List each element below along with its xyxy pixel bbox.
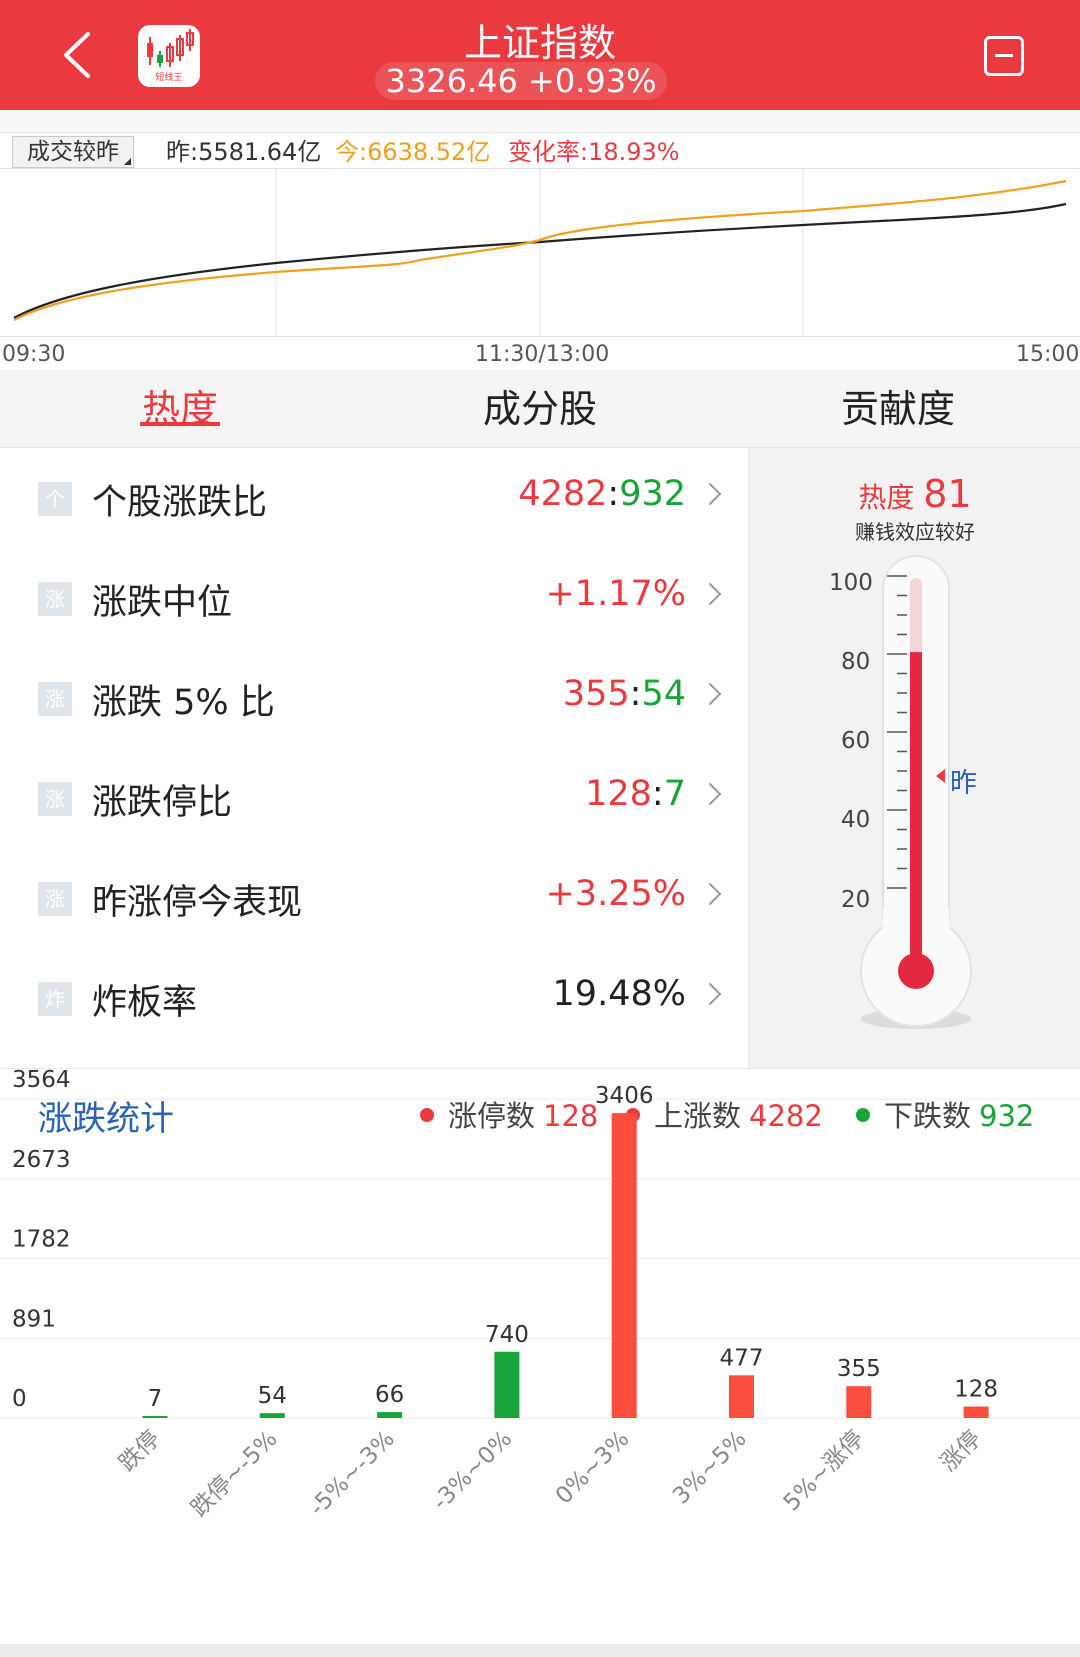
stat-separator: : — [651, 774, 664, 814]
bar-value-label: 54 — [258, 1383, 287, 1409]
header-bar: 短线王 上证指数 3326.46 +0.93% — [0, 0, 1080, 110]
time-label-end: 15:00 — [1016, 342, 1080, 367]
volume-line-chart — [0, 168, 1080, 337]
x-tick-label: -3%~0% — [428, 1426, 517, 1515]
stat-badge: 炸 — [38, 982, 72, 1016]
volume-compare-row: 成交较昨 昨:5581.64亿 今:6638.52亿 变化率:18.93% — [0, 132, 1080, 170]
stat-down-count: 7 — [663, 774, 686, 814]
stat-label: 涨跌 5% 比 — [92, 683, 275, 723]
bar — [963, 1406, 989, 1418]
stat-value: +3.25% — [545, 874, 686, 914]
bar-value-label: 7 — [148, 1386, 163, 1412]
x-tick-label: 3%~5% — [668, 1426, 752, 1510]
stat-value: 4282:932 — [518, 474, 686, 514]
stat-row-up-down-ratio[interactable]: 个 个股涨跌比 4282:932 — [0, 448, 748, 548]
x-tick-label: 跌停 — [114, 1426, 165, 1477]
y-tick-label: 3564 — [12, 1069, 71, 1093]
stat-row-5pct-ratio[interactable]: 涨 涨跌 5% 比 355:54 — [0, 648, 748, 748]
yesterday-marker: 昨 — [936, 761, 977, 800]
bar-value-label: 740 — [485, 1322, 529, 1348]
stat-row-prev-limit-up[interactable]: 涨 昨涨停今表现 +3.25% — [0, 848, 748, 948]
y-tick-label: 1782 — [12, 1227, 71, 1253]
x-tick-label: 跌停~-5% — [186, 1426, 282, 1522]
bar — [611, 1113, 637, 1418]
stat-label: 昨涨停今表现 — [92, 883, 303, 923]
stat-up-count: 355 — [562, 674, 630, 714]
chevron-right-icon — [698, 682, 722, 706]
stat-badge: 涨 — [38, 682, 72, 716]
x-tick-label: 0%~3% — [551, 1426, 635, 1510]
stat-label: 个股涨跌比 — [92, 483, 268, 523]
bar — [494, 1351, 520, 1418]
stat-badge: 涨 — [38, 582, 72, 616]
thermometer-fill — [910, 652, 922, 968]
volume-change-rate: 变化率:18.93% — [508, 138, 680, 166]
bar-value-label: 355 — [837, 1356, 881, 1382]
stat-row-break-rate[interactable]: 炸 炸板率 19.48% — [0, 948, 748, 1048]
tab-heat[interactable]: 热度 — [120, 370, 240, 448]
tab-contribution[interactable]: 贡献度 — [818, 370, 978, 448]
logo-text: 短线王 — [155, 73, 183, 83]
stat-up-count: 128 — [585, 774, 652, 814]
y-tick-label: 0 — [12, 1386, 27, 1412]
stat-badge: 个 — [38, 482, 72, 516]
bar — [259, 1413, 285, 1418]
chevron-right-icon — [698, 582, 722, 606]
page-title: 上证指数 — [463, 21, 616, 65]
y-tick-label: 2673 — [12, 1147, 71, 1173]
stat-badge: 涨 — [38, 782, 72, 816]
thermometer-icon — [860, 555, 972, 1029]
bar — [142, 1416, 168, 1418]
tab-constituents[interactable]: 成分股 — [460, 370, 620, 448]
stat-row-limit-ratio[interactable]: 涨 涨跌停比 128:7 — [0, 748, 748, 848]
volume-compare-dropdown[interactable]: 成交较昨 — [12, 136, 134, 168]
stat-value: 128:7 — [585, 774, 686, 814]
volume-strip — [0, 110, 1080, 132]
stat-row-median-change[interactable]: 涨 涨跌中位 +1.17% — [0, 548, 748, 648]
stat-value: 19.48% — [552, 974, 686, 1014]
index-quote: 3326.46 +0.93% — [375, 62, 667, 100]
stat-down-count: 932 — [619, 474, 686, 514]
volume-yesterday: 昨:5581.64亿 — [166, 138, 322, 166]
bar — [729, 1375, 754, 1418]
stat-separator: : — [607, 474, 620, 514]
bar-value-label: 477 — [720, 1345, 764, 1371]
stats-list: 个 个股涨跌比 4282:932 涨 涨跌中位 +1.17% 涨 涨跌 5% 比… — [0, 448, 748, 1068]
time-label-mid: 11:30/13:00 — [475, 342, 610, 367]
distribution-bar-chart: 0 891 1782 2673 3564 7 跌停 54 跌停~-5% 66 -5%~-3% 740 -… — [0, 1069, 1080, 1522]
stat-label: 炸板率 — [92, 983, 198, 1023]
stat-label: 涨跌中位 — [92, 583, 233, 623]
time-label-start: 09:30 — [2, 342, 66, 367]
volume-today: 今:6638.52亿 — [335, 138, 491, 166]
bar-value-label: 128 — [954, 1377, 998, 1403]
minimize-icon[interactable] — [984, 36, 1024, 76]
chevron-right-icon — [698, 482, 722, 506]
stat-separator: : — [629, 674, 642, 714]
bar — [846, 1386, 872, 1418]
bar-value-label: 3406 — [595, 1083, 654, 1109]
chevron-right-icon — [698, 982, 722, 1006]
stat-badge: 涨 — [38, 882, 72, 916]
stat-down-count: 54 — [641, 674, 686, 714]
y-tick-label: 891 — [12, 1306, 56, 1332]
x-tick-label: 5%~涨停 — [779, 1426, 869, 1516]
heat-thermometer-panel: 热度 81 赚钱效应较好 100 80 60 40 20 昨 — [748, 448, 1080, 1068]
chevron-right-icon — [698, 782, 722, 806]
stat-up-count: 4282 — [518, 474, 608, 514]
bottom-bar — [0, 1644, 1080, 1657]
x-tick-label: -5%~-3% — [304, 1426, 399, 1521]
bar — [377, 1412, 403, 1418]
stat-value: +1.17% — [545, 574, 686, 614]
stat-value: 355:54 — [563, 674, 686, 714]
x-tick-label: 涨停 — [935, 1426, 986, 1477]
bar-value-label: 66 — [375, 1382, 404, 1408]
tab-active-indicator — [140, 422, 220, 426]
chevron-right-icon — [698, 882, 722, 906]
distribution-section: 涨跌统计 涨停数 128 上涨数 4282 下跌数 932 0 891 1782 2673 3… — [0, 1068, 1080, 1657]
tab-bar: 热度 成分股 贡献度 — [0, 370, 1080, 448]
stat-label: 涨跌停比 — [92, 783, 233, 823]
